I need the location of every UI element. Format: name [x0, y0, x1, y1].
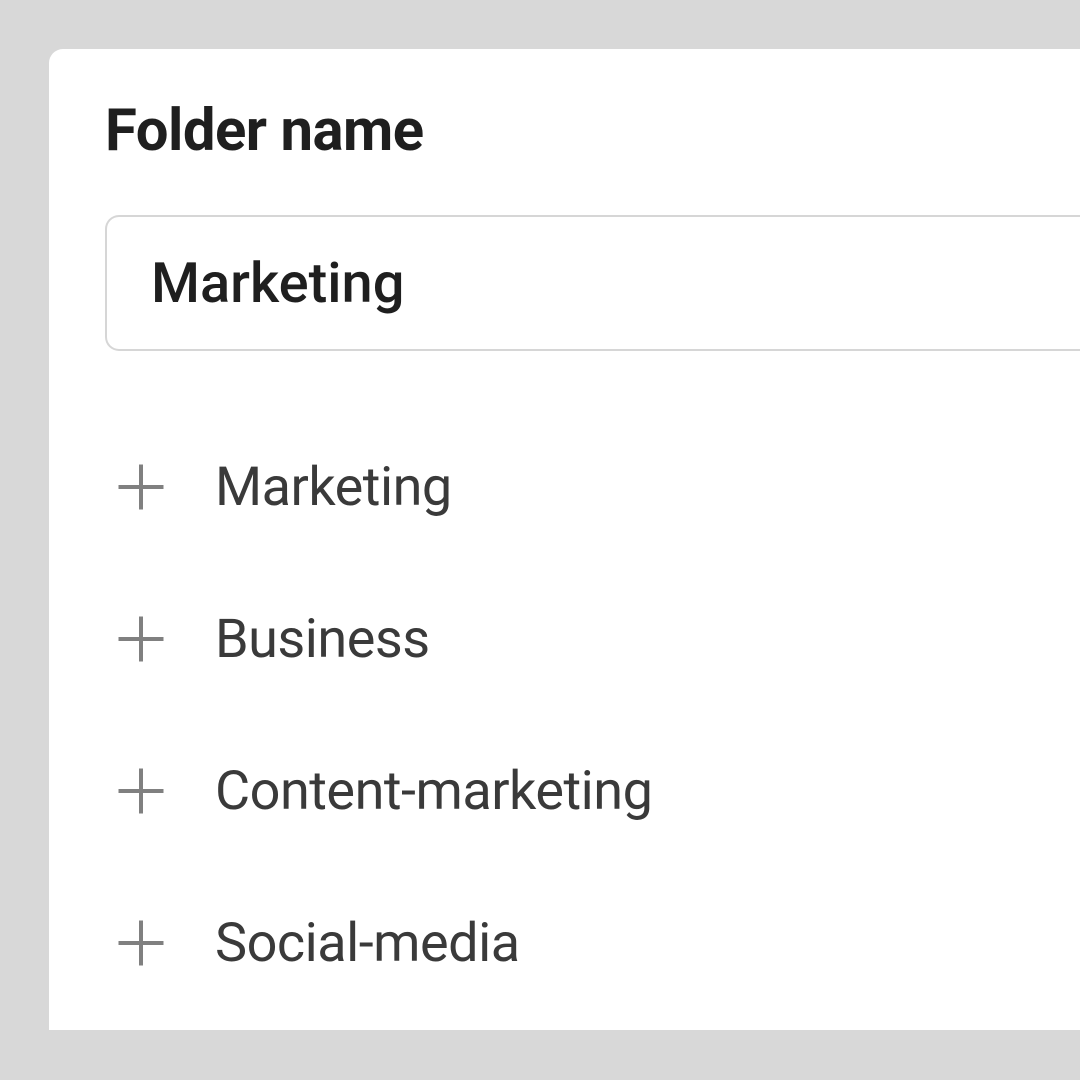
plus-icon: [111, 457, 171, 517]
plus-icon: [111, 913, 171, 973]
plus-icon: [111, 761, 171, 821]
suggestion-label: Social-media: [215, 912, 520, 975]
plus-icon: [111, 609, 171, 669]
suggestion-label: Marketing: [215, 456, 452, 519]
suggestion-label: Content-marketing: [215, 760, 652, 823]
folder-name-panel: Folder name Marketing Business: [49, 49, 1080, 1030]
suggestion-item-business[interactable]: Business: [111, 563, 1080, 715]
suggestion-item-social-media[interactable]: Social-media: [111, 867, 1080, 1019]
folder-name-input[interactable]: [105, 215, 1080, 351]
suggestion-item-marketing[interactable]: Marketing: [111, 411, 1080, 563]
page-title: Folder name: [105, 97, 1080, 165]
suggestion-item-content-marketing[interactable]: Content-marketing: [111, 715, 1080, 867]
suggestion-label: Business: [215, 608, 430, 671]
folder-name-input-wrap: [105, 215, 1080, 351]
suggestion-list: Marketing Business Content-marketing: [49, 411, 1080, 1019]
